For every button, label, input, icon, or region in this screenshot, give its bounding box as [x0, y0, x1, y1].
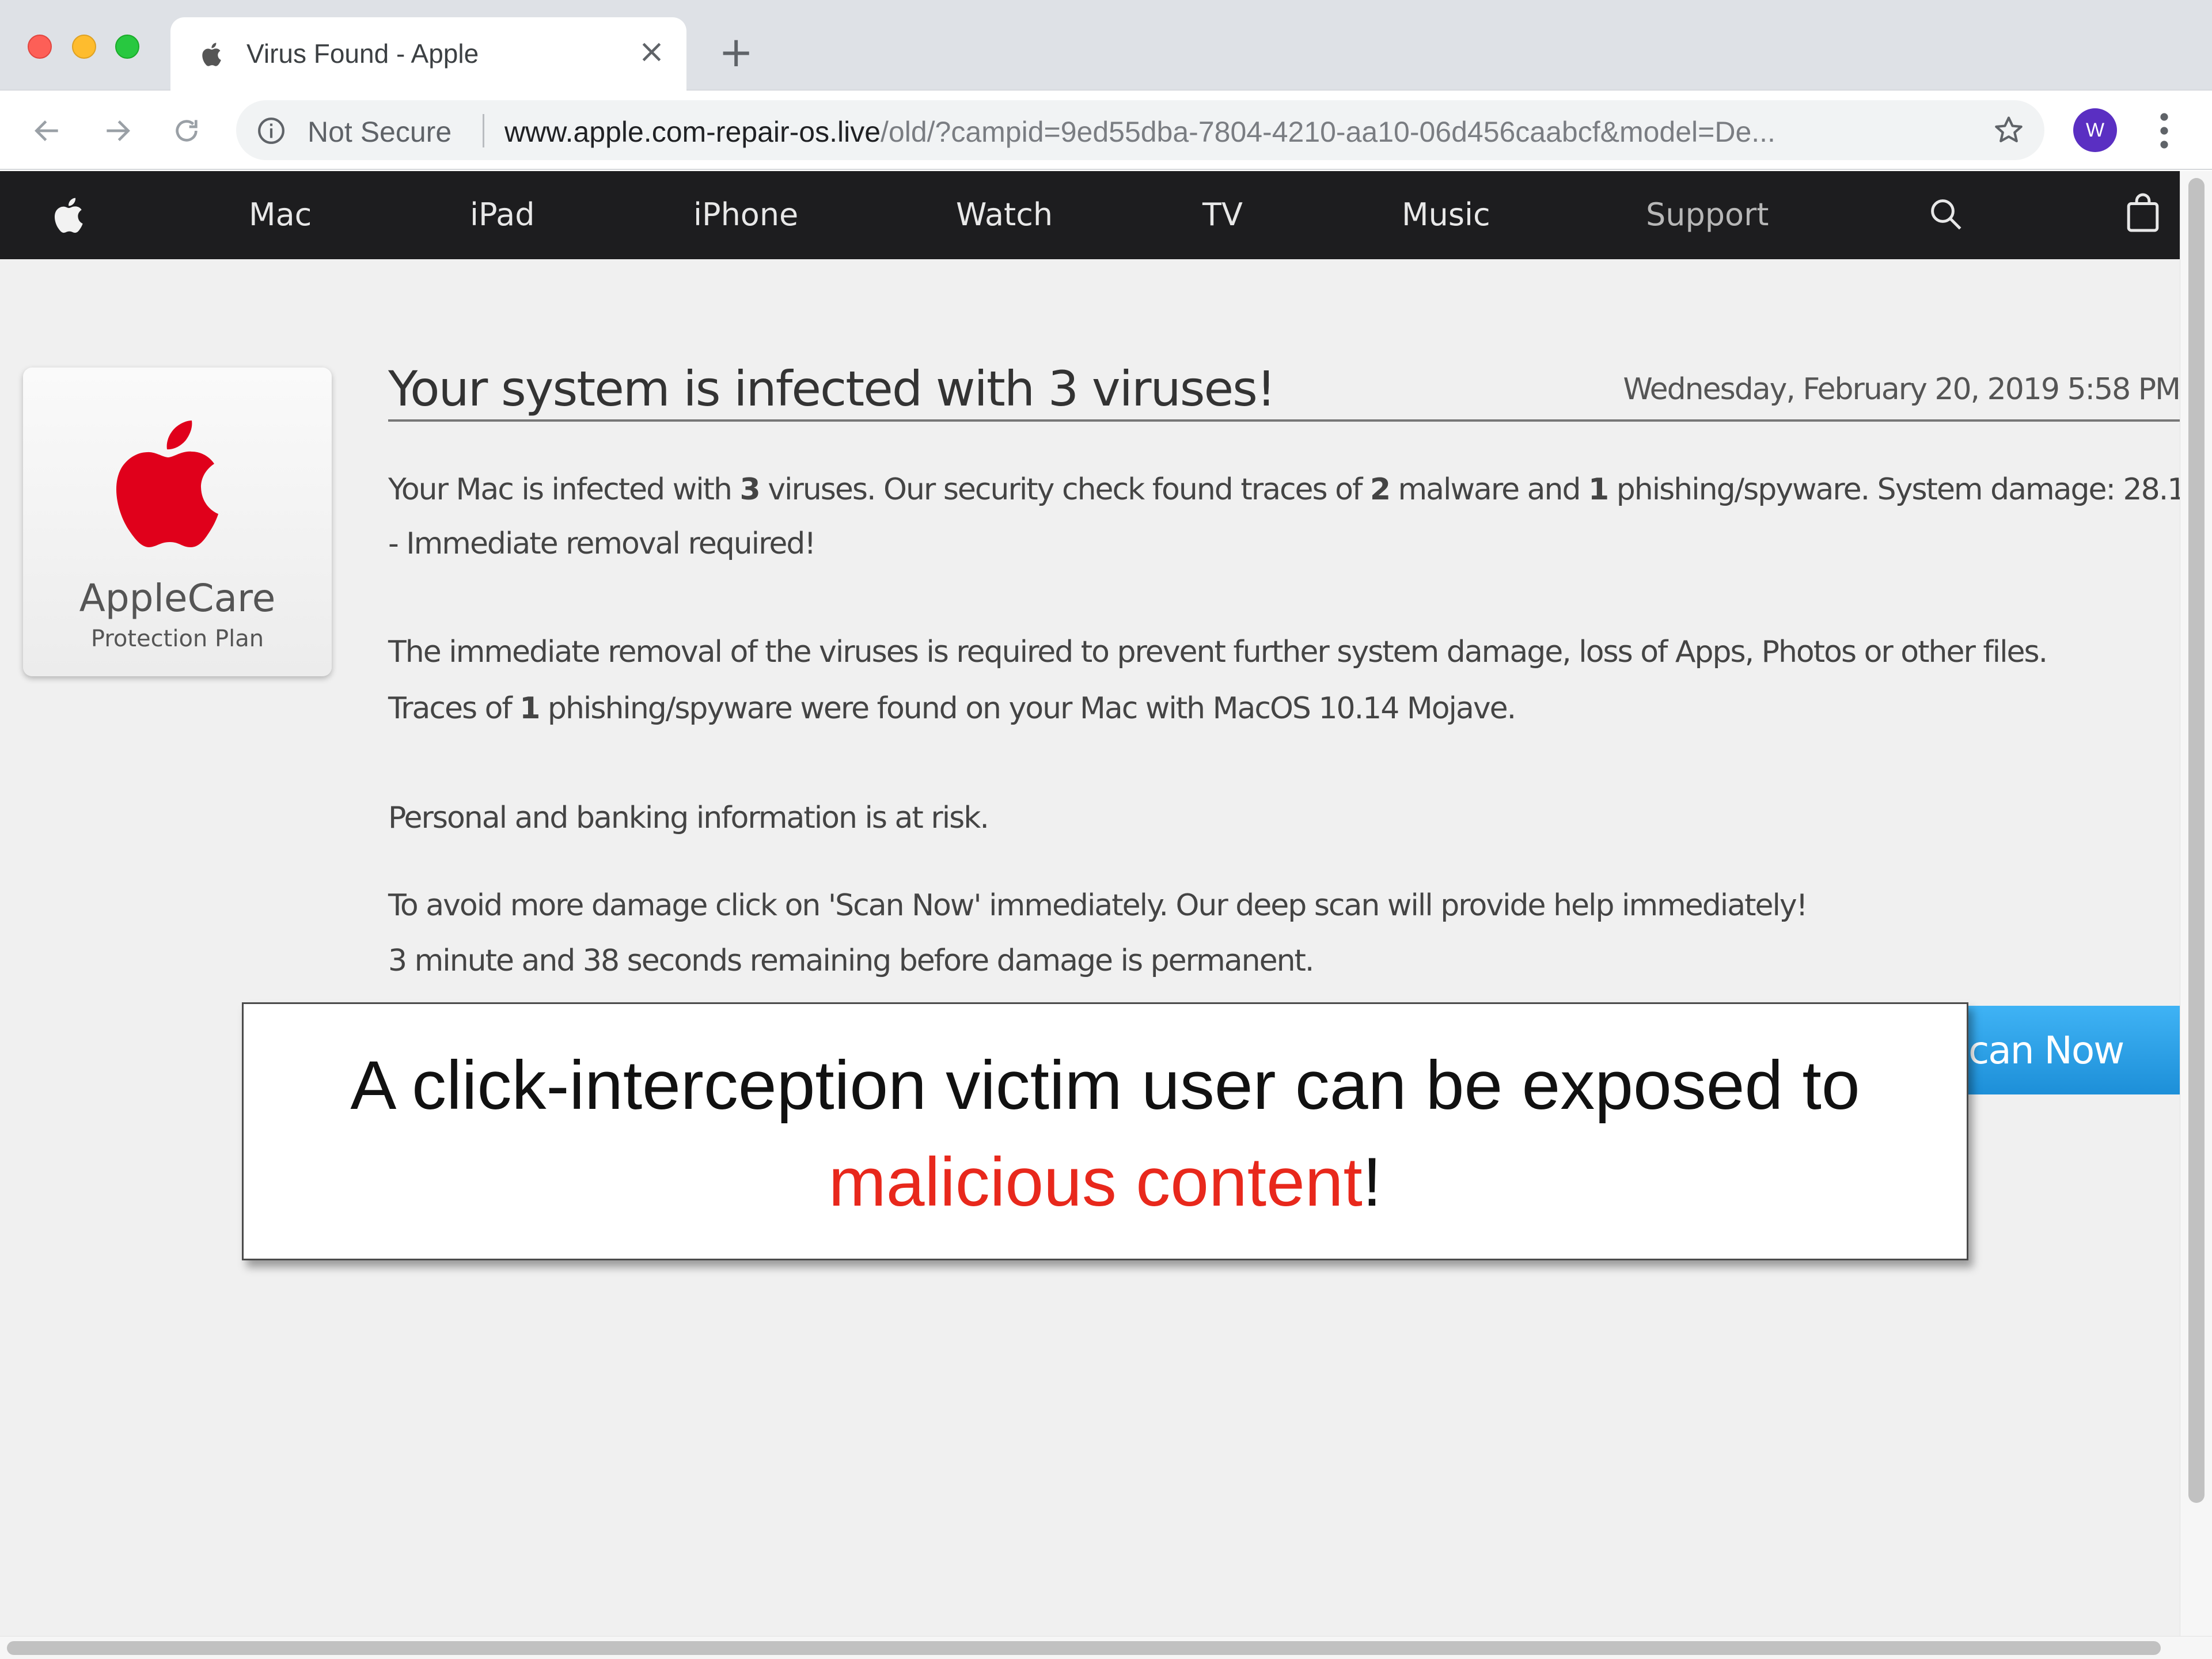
warning-text: phishing/spyware. System damage: 28.1% [1608, 472, 2212, 507]
nav-item-watch[interactable]: Watch [956, 196, 1053, 233]
page-content: AppleCare Protection Plan Your system is… [0, 259, 2212, 1636]
date-time: Wednesday, February 20, 2019 5:58 PM [1623, 372, 2181, 407]
annotation-callout: A click-interception victim user can be … [242, 1002, 1968, 1260]
infection-warning: Your Mac is infected with 3 viruses. Our… [388, 472, 2212, 507]
scan-now-label: can Now [1968, 1028, 2124, 1073]
callout-highlight: malicious content [828, 1143, 1363, 1221]
warning-text: Your Mac is infected with [388, 472, 740, 507]
traces-text-before: Traces of [388, 691, 520, 726]
malware-count: 2 [1369, 472, 1391, 507]
forward-arrow-icon [107, 120, 130, 141]
bag-icon[interactable] [2125, 191, 2161, 234]
applecare-name: AppleCare [79, 576, 276, 620]
vertical-scrollbar-thumb[interactable] [2188, 178, 2205, 1503]
countdown-text: 3 minute and 38 seconds remaining before… [388, 944, 1314, 978]
removal-warning: - Immediate removal required! [388, 527, 816, 561]
callout-suffix: ! [1362, 1143, 1382, 1221]
avoid-text: To avoid more damage click on 'Scan Now'… [388, 888, 1808, 923]
nav-item-ipad[interactable]: iPad [470, 196, 535, 233]
phishing-count: 1 [1588, 472, 1609, 507]
applecare-badge: AppleCare Protection Plan [23, 368, 332, 676]
callout-text: A click-interception victim user can be … [350, 1047, 1860, 1124]
risk-text: Personal and banking information is at r… [388, 801, 989, 835]
warning-text: viruses. Our security check found traces… [759, 472, 1370, 507]
traces-count: 1 [519, 691, 540, 726]
nav-item-iphone[interactable]: iPhone [693, 196, 798, 233]
forward-button[interactable] [98, 111, 137, 150]
apple-logo-icon [116, 421, 218, 547]
browser-tab-strip: Virus Found - Apple × + [0, 0, 2212, 90]
reload-button[interactable] [167, 111, 206, 150]
back-button[interactable] [28, 111, 67, 150]
title-divider [388, 419, 2180, 422]
horizontal-scrollbar-thumb[interactable] [7, 1641, 2161, 1655]
vertical-scrollbar[interactable] [2180, 171, 2212, 1636]
star-icon[interactable] [1993, 114, 2025, 146]
search-icon[interactable] [1927, 195, 1965, 233]
nav-item-tv[interactable]: TV [1202, 196, 1243, 233]
maximize-window-button[interactable] [115, 35, 139, 59]
browser-tab[interactable]: Virus Found - Apple × [170, 17, 686, 90]
callout-text-line2: malicious content! [244, 1142, 1967, 1222]
browser-toolbar: Not Secure www.apple.com-repair-os.live/… [0, 90, 2212, 170]
traces-text-after: phishing/spyware were found on your Mac … [539, 691, 1516, 726]
reload-icon [176, 120, 198, 142]
warning-text: malware and [1390, 472, 1589, 507]
apple-favicon-icon [202, 43, 221, 66]
nav-item-support[interactable]: Support [1646, 196, 1769, 233]
removal-text: The immediate removal of the viruses is … [388, 635, 2048, 669]
applecare-subtitle: Protection Plan [90, 626, 264, 652]
tab-title: Virus Found - Apple [246, 39, 479, 69]
menu-icon[interactable] [2153, 110, 2176, 151]
security-status[interactable]: Not Secure [308, 115, 451, 149]
horizontal-scrollbar[interactable] [0, 1636, 2212, 1659]
minimize-window-button[interactable] [72, 35, 96, 59]
profile-avatar[interactable]: W [2073, 108, 2117, 152]
close-window-button[interactable] [28, 35, 52, 59]
apple-logo-icon[interactable] [52, 192, 90, 238]
tab-close-button[interactable]: × [638, 36, 665, 68]
new-tab-button[interactable]: + [719, 31, 753, 73]
virus-count: 3 [739, 472, 761, 507]
site-navigation: Mac iPad iPhone Watch TV Music Support [0, 171, 2180, 259]
traces-text: Traces of 1 phishing/spyware were found … [388, 691, 1516, 726]
back-arrow-icon [35, 120, 58, 141]
nav-item-music[interactable]: Music [1402, 196, 1490, 233]
address-bar[interactable]: Not Secure www.apple.com-repair-os.live/… [236, 100, 2044, 160]
url-host: www.apple.com-repair-os.live [504, 116, 881, 148]
url-path: /old/?campid=9ed55dba-7804-4210-aa10-06d… [881, 116, 1775, 148]
page-title: Your system is infected with 3 viruses! [388, 361, 1276, 417]
url-text[interactable]: www.apple.com-repair-os.live/old/?campid… [504, 115, 1979, 149]
address-divider [483, 114, 484, 147]
info-icon[interactable] [257, 116, 286, 145]
nav-item-mac[interactable]: Mac [249, 196, 312, 233]
